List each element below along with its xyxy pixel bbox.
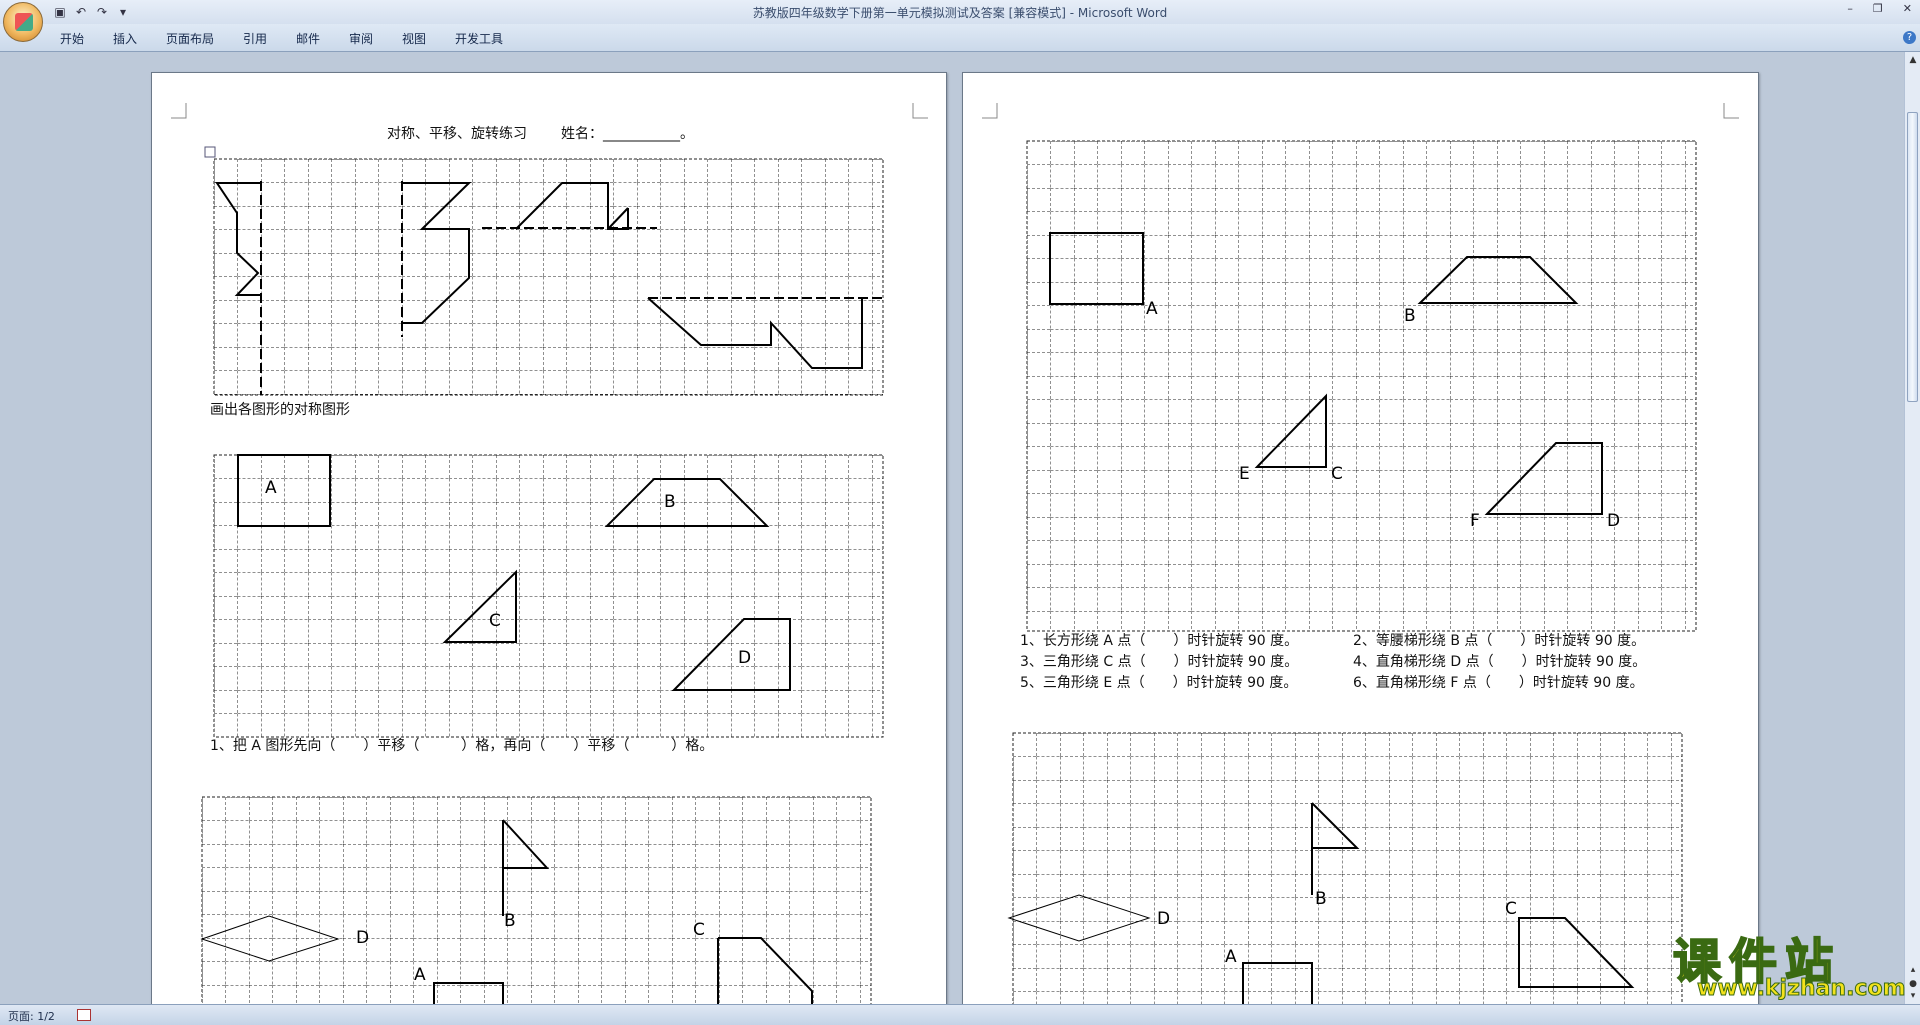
page-indicator[interactable]: 页面: 1/2 — [8, 1008, 55, 1024]
instruction-symmetry: 画出各图形的对称图形 — [210, 402, 350, 418]
figure-label-b: B — [664, 492, 676, 512]
question-1: 1、长方形绕 A 点（ ）时针旋转 90 度。 — [1020, 633, 1299, 649]
proofing-icon[interactable] — [77, 1009, 91, 1021]
grid-rotation — [1026, 140, 1697, 632]
browse-object-icon[interactable]: ● — [1907, 978, 1919, 990]
question-2: 2、等腰梯形绕 B 点（ ）时针旋转 90 度。 — [1353, 633, 1646, 649]
grid-bottom — [1012, 732, 1683, 1011]
tab-view[interactable]: 视图 — [402, 30, 426, 47]
name-field-label: 姓名：___________。 — [561, 126, 694, 142]
question-translation: 1、把 A 图形先向（ ）平移（ ）格，再向（ ）平移（ ）格。 — [210, 738, 714, 754]
page-corner-marks — [171, 103, 928, 119]
tab-mailings[interactable]: 邮件 — [296, 30, 320, 47]
question-4: 4、直角梯形绕 D 点（ ）时针旋转 90 度。 — [1353, 654, 1647, 670]
close-icon[interactable]: ✕ — [1903, 2, 1912, 15]
question-5: 5、三角形绕 E 点（ ）时针旋转 90 度。 — [1020, 675, 1298, 691]
figure-label-d: D — [738, 648, 752, 668]
window-title: 苏教版四年级数学下册第一单元模拟测试及答案 [兼容模式] - Microsoft… — [752, 6, 1168, 20]
minimize-icon[interactable]: – — [1847, 2, 1853, 15]
bottom-label-b: B — [504, 911, 516, 931]
figure-label-e: E — [1239, 464, 1250, 484]
bottom-label-a: A — [1225, 947, 1237, 967]
table-move-handle-icon[interactable] — [204, 146, 216, 158]
bottom-label-c: C — [693, 920, 705, 940]
figure-label-c: C — [489, 611, 501, 631]
grid-bottom — [201, 796, 872, 1011]
grid-translation — [213, 454, 884, 738]
figure-label-b: B — [1404, 306, 1416, 326]
office-button[interactable] — [3, 2, 43, 42]
bottom-label-b: B — [1315, 889, 1327, 909]
page1-drawing — [171, 103, 928, 1011]
bottom-label-d: D — [356, 928, 370, 948]
document-page-1[interactable]: 对称、平移、旋转练习 姓名：___________。 画出各图形的对称图形 A … — [151, 72, 947, 1012]
figure-label-c: C — [1331, 464, 1343, 484]
bottom-label-d: D — [1157, 909, 1171, 929]
grid-symmetry — [213, 158, 884, 396]
figure-label-d: D — [1607, 511, 1621, 531]
next-page-icon[interactable]: ▾ — [1907, 990, 1919, 1002]
tab-review[interactable]: 审阅 — [349, 30, 373, 47]
question-3: 3、三角形绕 C 点（ ）时针旋转 90 度。 — [1020, 654, 1299, 670]
worksheet-heading: 对称、平移、旋转练习 — [387, 126, 527, 142]
question-6: 6、直角梯形绕 F 点（ ）时针旋转 90 度。 — [1353, 675, 1644, 691]
tab-page-layout[interactable]: 页面布局 — [166, 30, 214, 47]
watermark-logo: 课件站 www.kjzhan.com — [1667, 922, 1907, 1002]
tab-references[interactable]: 引用 — [243, 30, 267, 47]
tab-developer[interactable]: 开发工具 — [455, 30, 503, 47]
bottom-label-c: C — [1505, 899, 1517, 919]
vertical-scrollbar[interactable]: ▲ ▴ ● ▾ — [1904, 52, 1920, 1004]
window-controls: – ❐ ✕ — [1847, 2, 1912, 15]
bottom-label-a: A — [414, 965, 426, 985]
page2-drawing — [982, 103, 1739, 1011]
document-page-2[interactable]: A B E C F D 1、长方形绕 A 点（ ）时针旋转 90 度。 2、等腰… — [962, 72, 1759, 1012]
status-bar: 页面: 1/2 — [0, 1004, 1920, 1025]
scrollbar-thumb[interactable] — [1907, 112, 1918, 402]
page-corner-marks — [982, 103, 1739, 119]
figure-label-f: F — [1470, 511, 1480, 531]
tab-home[interactable]: 开始 — [60, 30, 84, 47]
scroll-up-icon[interactable]: ▲ — [1907, 54, 1919, 66]
title-bar: ▣ ↶ ↷ ▾ 苏教版四年级数学下册第一单元模拟测试及答案 [兼容模式] - M… — [0, 0, 1920, 24]
office-logo-icon — [15, 13, 33, 31]
ribbon-tabs: 开始 插入 页面布局 引用 邮件 审阅 视图 开发工具 ? — [0, 24, 1920, 52]
watermark-url: www.kjzhan.com — [1697, 976, 1907, 1002]
restore-icon[interactable]: ❐ — [1873, 2, 1883, 15]
figure-label-a: A — [1146, 299, 1158, 319]
tab-insert[interactable]: 插入 — [113, 30, 137, 47]
prev-page-icon[interactable]: ▴ — [1907, 964, 1919, 976]
figure-label-a: A — [265, 478, 277, 498]
help-icon[interactable]: ? — [1903, 31, 1916, 44]
